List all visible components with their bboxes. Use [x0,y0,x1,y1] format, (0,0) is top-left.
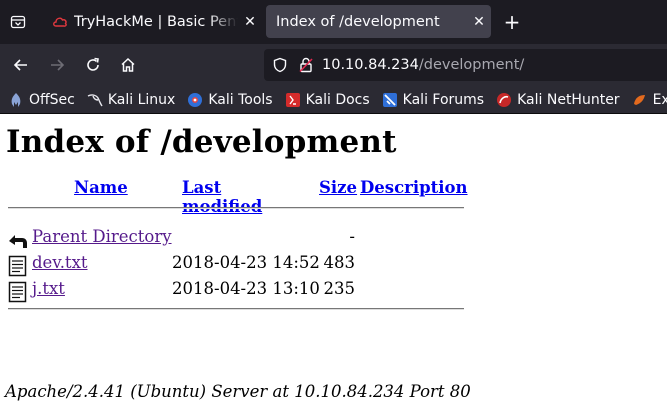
reload-icon [87,57,99,71]
tab-development-index[interactable]: Index of /development ✕ [266,5,491,38]
shield-icon[interactable] [272,57,288,73]
bookmark-exploit-db[interactable]: Exploit [632,92,667,108]
kali-tools-icon [188,92,203,107]
sort-by-name-link[interactable]: Name [74,178,128,197]
bookmarks-toolbar: OffSec Kali Linux Kali Tools Kali Docs K… [0,86,667,114]
sort-by-size-link[interactable]: Size [319,178,357,197]
tab-tryhackme[interactable]: TryHackMe | Basic Pentesting ✕ [42,5,262,38]
footer-divider [8,308,464,310]
bookmark-label: Kali Forums [402,91,485,108]
insecure-lock-icon[interactable] [298,57,314,73]
close-tab-icon[interactable]: ✕ [238,14,262,30]
bookmark-kali-nethunter[interactable]: Kali NetHunter [496,91,620,108]
bookmark-label: OffSec [29,91,75,108]
new-tab-button[interactable]: + [500,8,524,36]
bookmark-kali-tools[interactable]: Kali Tools [187,91,273,108]
kali-dragon-icon [87,93,103,106]
bookmark-offsec[interactable]: OffSec [8,92,75,108]
file-size: 483 [323,253,356,272]
url-bar[interactable]: 10.10.84.234/development/ [264,49,667,81]
header-divider [8,207,464,209]
tab-list-icon [10,15,26,29]
exploit-db-icon [633,94,645,105]
bookmark-label: Kali NetHunter [517,91,620,108]
bookmark-label: Kali Tools [208,91,273,108]
url-host: 10.10.84.234 [322,57,419,73]
sort-by-description-link[interactable]: Description [360,178,468,197]
tab-list-button[interactable] [4,8,32,36]
bookmark-label: Kali Linux [107,91,176,108]
server-signature: Apache/2.4.41 (Ubuntu) Server at 10.10.8… [5,382,471,401]
back-button[interactable] [9,53,33,77]
kali-docs-icon [285,92,300,107]
home-button[interactable] [116,53,140,77]
bookmark-label: Exploit [652,91,667,108]
home-icon [121,57,135,72]
back-folder-icon [9,235,27,248]
tryhackme-favicon-icon [53,17,67,27]
last-modified: 2018-04-23 14:52 [172,253,320,272]
tab-bar: TryHackMe | Basic Pentesting ✕ Index of … [0,0,667,44]
forward-arrow-icon [51,59,65,71]
tab-title: TryHackMe | Basic Pentesting [74,13,238,30]
nethunter-icon [497,92,512,107]
navigation-toolbar: 10.10.84.234/development/ [0,44,667,86]
bookmark-kali-linux[interactable]: Kali Linux [87,92,175,108]
sort-by-modified-link[interactable]: Last modified [182,178,262,216]
close-tab-icon[interactable]: ✕ [467,14,491,30]
page-title: Index of /development [6,124,397,160]
file-link-j-txt[interactable]: j.txt [32,279,65,298]
reload-button[interactable] [81,53,105,77]
bookmark-label: Kali Docs [305,91,370,108]
text-file-icon [8,281,27,303]
bookmark-kali-docs[interactable]: Kali Docs [285,92,370,108]
parent-directory-link[interactable]: Parent Directory [32,227,172,246]
kali-forums-icon [382,92,397,107]
back-arrow-icon [13,59,27,71]
url-path: /development/ [418,57,525,73]
offsec-icon [11,92,21,107]
file-size: - [349,227,355,246]
tab-title: Index of /development [276,13,440,30]
bookmark-kali-forums[interactable]: Kali Forums [382,92,484,108]
file-size: 235 [323,279,356,298]
text-file-icon [8,255,27,277]
url-text[interactable]: 10.10.84.234/development/ [322,57,524,73]
file-link-dev-txt[interactable]: dev.txt [32,253,88,272]
last-modified: 2018-04-23 13:10 [172,279,320,298]
forward-button[interactable] [45,53,69,77]
